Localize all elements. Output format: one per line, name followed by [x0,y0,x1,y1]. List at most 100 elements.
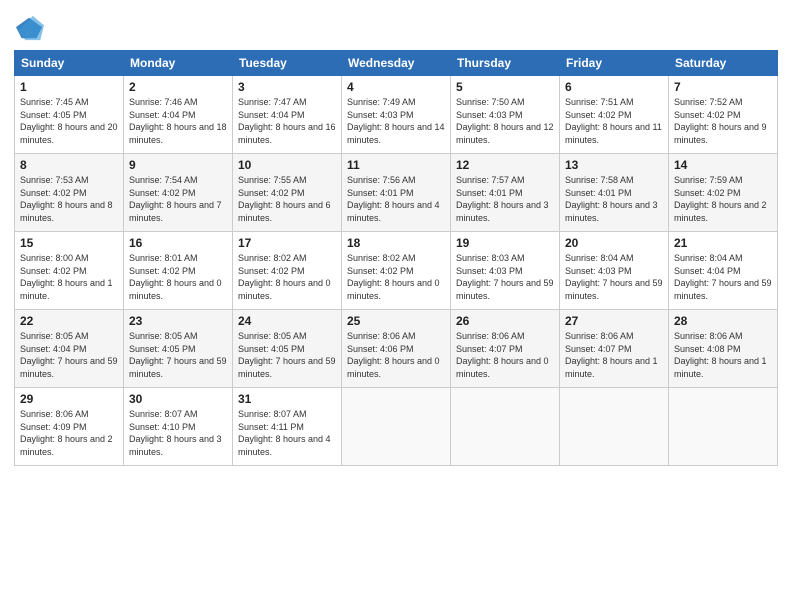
calendar-cell: 21Sunrise: 8:04 AMSunset: 4:04 PMDayligh… [669,232,778,310]
calendar-cell: 14 Sunrise: 7:59 AMSunset: 4:02 PMDayligh… [669,154,778,232]
weekday-header-sunday: Sunday [15,51,124,76]
calendar-cell: 5 Sunrise: 7:50 AMSunset: 4:03 PMDaylight… [451,76,560,154]
calendar-cell: 1 Sunrise: 7:45 AMSunset: 4:05 PMDaylight… [15,76,124,154]
calendar-cell: 10 Sunrise: 7:55 AMSunset: 4:02 PMDayligh… [233,154,342,232]
day-info: Sunrise: 8:06 AMSunset: 4:07 PMDaylight:… [565,330,663,380]
day-info: Sunrise: 7:54 AMSunset: 4:02 PMDaylight:… [129,174,227,224]
day-number: 9 [129,158,227,172]
week-row-4: 22Sunrise: 8:05 AMSunset: 4:04 PMDayligh… [15,310,778,388]
calendar-cell: 12 Sunrise: 7:57 AMSunset: 4:01 PMDayligh… [451,154,560,232]
calendar-cell: 4 Sunrise: 7:49 AMSunset: 4:03 PMDaylight… [342,76,451,154]
day-number: 28 [674,314,772,328]
day-info: Sunrise: 7:47 AMSunset: 4:04 PMDaylight:… [238,96,336,146]
day-number: 15 [20,236,118,250]
day-info: Sunrise: 7:46 AMSunset: 4:04 PMDaylight:… [129,96,227,146]
day-number: 1 [20,80,118,94]
day-info: Sunrise: 8:06 AMSunset: 4:07 PMDaylight:… [456,330,554,380]
day-number: 3 [238,80,336,94]
calendar-cell: 7 Sunrise: 7:52 AMSunset: 4:02 PMDaylight… [669,76,778,154]
day-number: 18 [347,236,445,250]
day-number: 27 [565,314,663,328]
calendar-cell: 2 Sunrise: 7:46 AMSunset: 4:04 PMDaylight… [124,76,233,154]
calendar-cell: 18 Sunrise: 8:02 AMSunset: 4:02 PMDayligh… [342,232,451,310]
day-info: Sunrise: 7:57 AMSunset: 4:01 PMDaylight:… [456,174,554,224]
weekday-header-wednesday: Wednesday [342,51,451,76]
day-number: 29 [20,392,118,406]
day-number: 11 [347,158,445,172]
day-info: Sunrise: 8:05 AMSunset: 4:05 PMDaylight:… [129,330,227,380]
day-info: Sunrise: 7:56 AMSunset: 4:01 PMDaylight:… [347,174,445,224]
day-number: 19 [456,236,554,250]
logo [14,14,44,42]
calendar-cell: 28Sunrise: 8:06 AMSunset: 4:08 PMDayligh… [669,310,778,388]
weekday-header-thursday: Thursday [451,51,560,76]
calendar-cell [669,388,778,466]
calendar-cell: 30 Sunrise: 8:07 AMSunset: 4:10 PMDayligh… [124,388,233,466]
calendar-cell: 11 Sunrise: 7:56 AMSunset: 4:01 PMDayligh… [342,154,451,232]
day-info: Sunrise: 7:58 AMSunset: 4:01 PMDaylight:… [565,174,663,224]
day-info: Sunrise: 8:07 AMSunset: 4:10 PMDaylight:… [129,408,227,458]
day-info: Sunrise: 8:02 AMSunset: 4:02 PMDaylight:… [238,252,336,302]
calendar-cell: 26 Sunrise: 8:06 AMSunset: 4:07 PMDayligh… [451,310,560,388]
day-info: Sunrise: 7:53 AMSunset: 4:02 PMDaylight:… [20,174,118,224]
weekday-header-row: SundayMondayTuesdayWednesdayThursdayFrid… [15,51,778,76]
calendar-cell: 6 Sunrise: 7:51 AMSunset: 4:02 PMDaylight… [560,76,669,154]
calendar-cell: 8 Sunrise: 7:53 AMSunset: 4:02 PMDaylight… [15,154,124,232]
calendar-cell: 17 Sunrise: 8:02 AMSunset: 4:02 PMDayligh… [233,232,342,310]
day-number: 17 [238,236,336,250]
day-number: 13 [565,158,663,172]
week-row-3: 15 Sunrise: 8:00 AMSunset: 4:02 PMDayligh… [15,232,778,310]
day-number: 10 [238,158,336,172]
day-info: Sunrise: 8:00 AMSunset: 4:02 PMDaylight:… [20,252,118,302]
day-info: Sunrise: 7:59 AMSunset: 4:02 PMDaylight:… [674,174,772,224]
weekday-header-monday: Monday [124,51,233,76]
day-number: 6 [565,80,663,94]
day-number: 7 [674,80,772,94]
calendar-cell: 9 Sunrise: 7:54 AMSunset: 4:02 PMDaylight… [124,154,233,232]
day-info: Sunrise: 8:03 AMSunset: 4:03 PMDaylight:… [456,252,554,302]
day-number: 8 [20,158,118,172]
day-number: 30 [129,392,227,406]
day-number: 14 [674,158,772,172]
calendar-cell: 31 Sunrise: 8:07 AMSunset: 4:11 PMDayligh… [233,388,342,466]
day-info: Sunrise: 8:01 AMSunset: 4:02 PMDaylight:… [129,252,227,302]
calendar-cell: 23 Sunrise: 8:05 AMSunset: 4:05 PMDayligh… [124,310,233,388]
page-header [14,10,778,42]
day-info: Sunrise: 7:55 AMSunset: 4:02 PMDaylight:… [238,174,336,224]
day-number: 2 [129,80,227,94]
day-number: 26 [456,314,554,328]
day-info: Sunrise: 8:05 AMSunset: 4:04 PMDaylight:… [20,330,118,380]
day-number: 5 [456,80,554,94]
calendar-cell: 13 Sunrise: 7:58 AMSunset: 4:01 PMDayligh… [560,154,669,232]
day-number: 4 [347,80,445,94]
day-info: Sunrise: 7:49 AMSunset: 4:03 PMDaylight:… [347,96,445,146]
calendar-cell [451,388,560,466]
day-number: 23 [129,314,227,328]
day-number: 20 [565,236,663,250]
day-info: Sunrise: 7:52 AMSunset: 4:02 PMDaylight:… [674,96,772,146]
day-number: 31 [238,392,336,406]
calendar-cell: 27 Sunrise: 8:06 AMSunset: 4:07 PMDayligh… [560,310,669,388]
calendar-cell: 29 Sunrise: 8:06 AMSunset: 4:09 PMDayligh… [15,388,124,466]
week-row-1: 1 Sunrise: 7:45 AMSunset: 4:05 PMDaylight… [15,76,778,154]
day-info: Sunrise: 7:50 AMSunset: 4:03 PMDaylight:… [456,96,554,146]
day-info: Sunrise: 8:05 AMSunset: 4:05 PMDaylight:… [238,330,336,380]
day-info: Sunrise: 7:45 AMSunset: 4:05 PMDaylight:… [20,96,118,146]
week-row-2: 8 Sunrise: 7:53 AMSunset: 4:02 PMDaylight… [15,154,778,232]
day-info: Sunrise: 8:02 AMSunset: 4:02 PMDaylight:… [347,252,445,302]
calendar-cell [342,388,451,466]
weekday-header-friday: Friday [560,51,669,76]
day-info: Sunrise: 7:51 AMSunset: 4:02 PMDaylight:… [565,96,663,146]
day-info: Sunrise: 8:04 AMSunset: 4:03 PMDaylight:… [565,252,663,302]
day-number: 25 [347,314,445,328]
day-number: 12 [456,158,554,172]
day-info: Sunrise: 8:06 AMSunset: 4:09 PMDaylight:… [20,408,118,458]
calendar-cell: 15 Sunrise: 8:00 AMSunset: 4:02 PMDayligh… [15,232,124,310]
day-number: 16 [129,236,227,250]
calendar-cell: 24Sunrise: 8:05 AMSunset: 4:05 PMDayligh… [233,310,342,388]
week-row-5: 29 Sunrise: 8:06 AMSunset: 4:09 PMDayligh… [15,388,778,466]
weekday-header-saturday: Saturday [669,51,778,76]
calendar-cell: 19 Sunrise: 8:03 AMSunset: 4:03 PMDayligh… [451,232,560,310]
day-info: Sunrise: 8:07 AMSunset: 4:11 PMDaylight:… [238,408,336,458]
calendar-table: SundayMondayTuesdayWednesdayThursdayFrid… [14,50,778,466]
